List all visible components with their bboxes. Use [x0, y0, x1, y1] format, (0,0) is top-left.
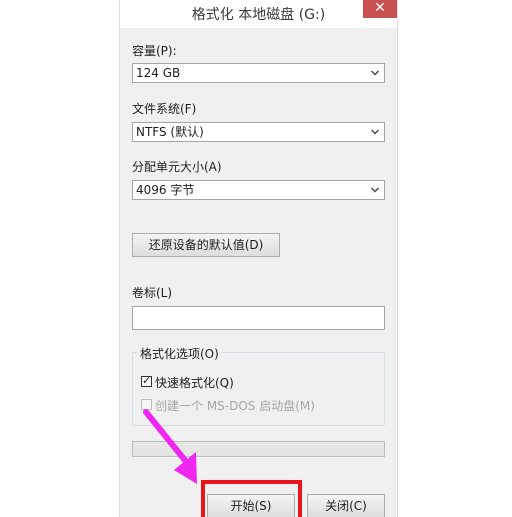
- capacity-label: 容量(P):: [132, 44, 177, 58]
- format-options-legend: 格式化选项(O): [138, 345, 221, 362]
- dialog-title: 格式化 本地磁盘 (G:): [191, 7, 326, 23]
- allocation-label: 分配单元大小(A): [132, 160, 222, 174]
- chevron-down-icon: [371, 129, 379, 135]
- filesystem-label: 文件系统(F): [132, 102, 197, 116]
- close-window-button[interactable]: ✕: [363, 0, 397, 18]
- msdos-boot-label: 创建一个 MS-DOS 启动盘(M): [155, 399, 315, 413]
- capacity-value: 124 GB: [136, 66, 181, 80]
- quick-format-label: 快速格式化(Q): [155, 376, 234, 390]
- volume-label-input[interactable]: [132, 306, 385, 330]
- title-bar: 格式化 本地磁盘 (G:) ✕: [120, 0, 397, 28]
- chevron-down-icon: [371, 70, 379, 76]
- chevron-down-icon: [371, 187, 379, 193]
- restore-defaults-button[interactable]: 还原设备的默认值(D): [132, 233, 280, 257]
- filesystem-value: NTFS (默认): [136, 125, 204, 139]
- checkmark-icon: ✓: [142, 374, 152, 387]
- format-dialog: 格式化 本地磁盘 (G:) ✕ 容量(P): 124 GB 文件系统(F) NT…: [119, 0, 398, 517]
- capacity-select[interactable]: 124 GB: [132, 63, 385, 83]
- start-button[interactable]: 开始(S): [207, 494, 295, 517]
- filesystem-select[interactable]: NTFS (默认): [132, 122, 385, 142]
- close-button[interactable]: 关闭(C): [307, 494, 385, 517]
- allocation-select[interactable]: 4096 字节: [132, 180, 385, 200]
- close-icon: ✕: [374, 0, 386, 16]
- quick-format-checkbox[interactable]: ✓: [141, 374, 152, 387]
- volume-label-label: 卷标(L): [132, 286, 173, 300]
- allocation-value: 4096 字节: [136, 183, 195, 197]
- msdos-boot-checkbox[interactable]: [141, 399, 152, 410]
- format-progress-bar: [132, 441, 385, 457]
